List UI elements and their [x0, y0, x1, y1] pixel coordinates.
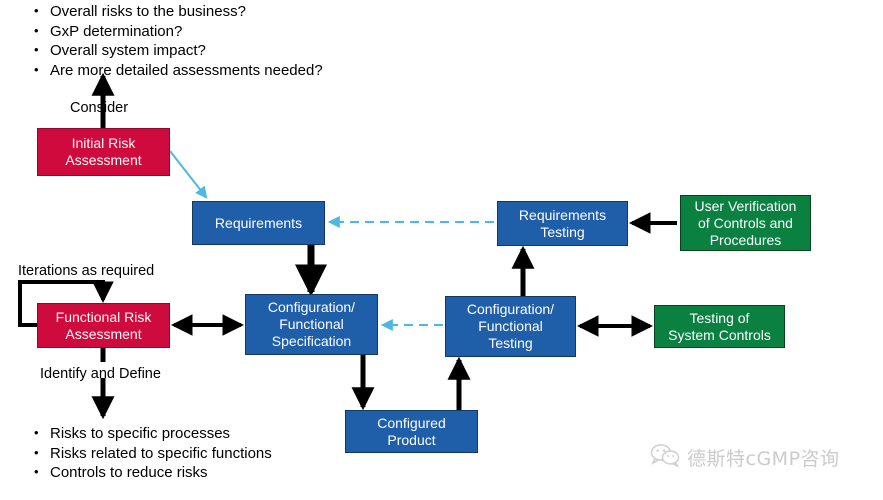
node-requirements[interactable]: Requirements [192, 201, 325, 245]
question-item: Overall risks to the business? [32, 1, 323, 22]
node-initial-risk-assessment[interactable]: Initial Risk Assessment [37, 128, 170, 176]
node-label: Functional Risk Assessment [55, 308, 152, 342]
output-item: Controls to reduce risks [32, 462, 272, 483]
node-label: User Verification of Controls and Procedur… [694, 197, 797, 248]
question-item: Are more detailed assessments needed? [32, 60, 323, 81]
output-item: Risks related to specific functions [32, 443, 272, 464]
edge-label-iterations-as-required: Iterations as required [18, 263, 155, 279]
node-configuration-functional-testing[interactable]: Configuration/Functional Testing [445, 296, 576, 357]
node-label: Requirements [214, 214, 303, 231]
initial-risk-questions-list: Overall risks to the business?GxP determ… [32, 1, 323, 81]
watermark-text: 德斯特cGMP咨询 [687, 448, 840, 470]
output-item: Risks to specific processes [32, 423, 272, 444]
wechat-icon [650, 443, 680, 472]
node-functional-risk-assessment[interactable]: Functional Risk Assessment [37, 303, 170, 348]
diagram-canvas: Overall risks to the business?GxP determ… [0, 0, 883, 500]
question-item: GxP determination? [32, 21, 323, 42]
edge-label-consider: Consider [70, 100, 129, 116]
functional-risk-outputs-list: Risks to specific processesRisks related… [32, 423, 272, 483]
node-label: Initial Risk Assessment [65, 135, 142, 168]
question-item: Overall system impact? [32, 40, 323, 61]
edge-label-identify-and-define: Identify and Define [40, 366, 161, 382]
node-label: Configuration/Functional Specification [267, 299, 356, 349]
node-label: Testing of System Controls [668, 309, 771, 343]
node-testing-of-system-controls[interactable]: Testing of System Controls [654, 305, 785, 348]
node-label: Configuration/Functional Testing [466, 301, 555, 351]
arrow-initial-risk-to-requirements [169, 150, 208, 199]
node-configured-product[interactable]: Configured Product [345, 410, 478, 453]
node-configuration-functional-specification[interactable]: Configuration/Functional Specification [245, 294, 378, 355]
node-requirements-testing[interactable]: Requirements Testing [497, 201, 628, 246]
node-label: Configured Product [377, 414, 446, 448]
watermark: 德斯特cGMP咨询 [650, 443, 840, 472]
node-user-verification-of-controls-and-procedures[interactable]: User Verification of Controls and Procedur… [680, 195, 811, 251]
node-label: Requirements Testing [518, 206, 607, 240]
